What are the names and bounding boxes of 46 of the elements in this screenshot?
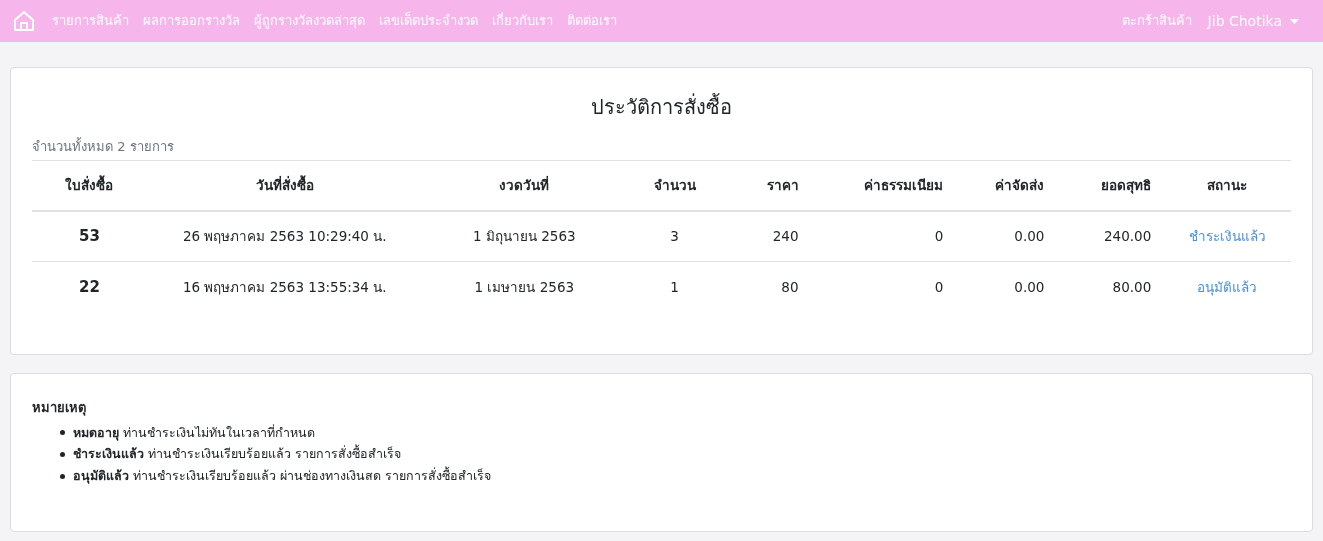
table-cell: 80 [723, 261, 811, 313]
table-cell: 240.00 [1056, 210, 1164, 262]
table-cell: 1 เมษายน 2563 [422, 261, 626, 313]
table-cell: 53 [32, 210, 147, 262]
table-cell: 3 [625, 210, 724, 262]
status-link[interactable]: ชำระเงินแล้ว [1163, 210, 1291, 262]
column-header: งวดวันที่ [422, 160, 626, 211]
column-header: สถานะ [1163, 160, 1291, 211]
bullet-icon [60, 452, 65, 458]
nav-link[interactable]: ผู้ถูกรางวัลงวดล่าสุด [254, 11, 365, 31]
table-cell: 16 พฤษภาคม 2563 13:55:34 น. [146, 261, 423, 313]
table-cell: 0 [810, 261, 956, 313]
table-cell: 0.00 [955, 261, 1057, 313]
table-cell: 22 [32, 261, 147, 313]
user-menu[interactable]: Jib Chotika [1207, 10, 1299, 32]
status-link[interactable]: อนุมัติแล้ว [1163, 261, 1291, 313]
column-header: ราคา [723, 160, 811, 211]
nav-link[interactable]: ติดต่อเรา [567, 11, 617, 31]
page-title: ประวัติการสั่งซื้อ [590, 92, 733, 121]
table-cell: 1 มิถุนายน 2563 [422, 210, 626, 262]
column-header: ค่าจัดส่ง [955, 160, 1057, 211]
caret-icon [1290, 18, 1299, 24]
table-cell: 0.00 [955, 210, 1057, 262]
column-header: ค่าธรรมเนียม [810, 160, 956, 211]
nav-link[interactable]: เกี่ยวกับเรา [492, 11, 553, 31]
table-cell: 80.00 [1056, 261, 1164, 313]
column-header: ใบสั่งซื้อ [32, 160, 147, 211]
nav-link[interactable]: เลขเด็ดประจำงวด [379, 11, 478, 31]
column-header: ยอดสุทธิ [1056, 160, 1164, 211]
home-icon[interactable] [12, 9, 36, 33]
nav-link[interactable]: รายการสินค้า [52, 11, 129, 31]
notes-title: หมายเหตุ [32, 399, 87, 418]
table-cell: 26 พฤษภาคม 2563 10:29:40 น. [146, 210, 423, 262]
note-text: หมดอายุ ท่านชำระเงินไม่ทันในเวลาที่กำหนด [73, 423, 315, 443]
table-cell: 1 [625, 261, 724, 313]
column-header: จำนวน [625, 160, 724, 211]
table-cell: 240 [723, 210, 811, 262]
nav-link[interactable]: ผลการออกรางวัล [143, 11, 240, 31]
column-header: วันที่สั่งซื้อ [146, 160, 423, 211]
total-count: จำนวนทั้งหมด 2 รายการ [32, 137, 1291, 161]
bullet-icon [60, 473, 65, 479]
note-text: ชำระเงินแล้ว ท่านชำระเงินเรียบร้อยแล้ว รายการสั่งซื้อสำเร็จ [73, 445, 401, 464]
cart-link[interactable]: ตะกร้าสินค้า [1121, 11, 1192, 31]
bullet-icon [60, 430, 65, 436]
table-cell: 0 [810, 210, 956, 262]
note-text: อนุมัติแล้ว ท่านชำระเงินเรียบร้อยแล้ว ผ่านช่องทางเงินสด รายการสั่งซื้อสำเร็จ [73, 467, 491, 486]
